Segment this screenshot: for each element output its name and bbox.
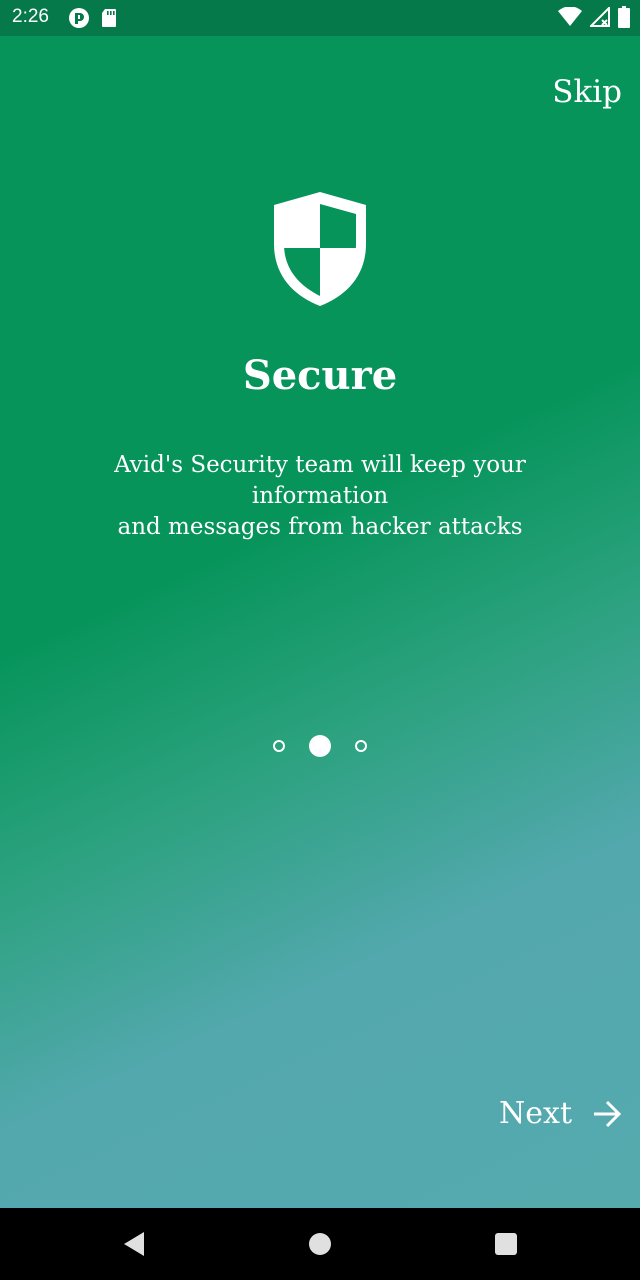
shield-icon [274,192,366,306]
onboarding-screen: 2:26 Skip Secure Avid's Security team wi… [0,0,640,1280]
status-left-icons [68,7,118,29]
app-notification-icon [69,8,89,28]
page-indicator [0,734,640,758]
status-bar: 2:26 [0,0,640,36]
page-description: Avid's Security team will keep your info… [50,450,590,543]
back-icon[interactable] [120,1230,148,1258]
next-label: Next [499,1096,572,1131]
next-button[interactable]: Next [499,1096,622,1131]
wifi-icon [558,7,582,26]
page-dot-1[interactable] [273,740,285,752]
battery-icon [618,6,630,28]
skip-button[interactable]: Skip [552,74,622,110]
status-time: 2:26 [12,6,49,27]
description-line-1: Avid's Security team will keep your info… [114,452,526,509]
onboarding-content: Skip Secure Avid's Security team will ke… [0,36,640,1208]
page-dot-2-active[interactable] [309,735,331,757]
page-dot-3[interactable] [355,740,367,752]
description-line-2: and messages from hacker attacks [117,514,523,540]
status-right-icons [558,6,630,28]
recents-icon[interactable] [492,1230,520,1258]
signal-icon [590,7,610,27]
sd-card-icon [102,9,116,27]
page-title: Secure [242,352,398,399]
arrow-right-icon [594,1100,622,1127]
home-icon[interactable] [306,1230,334,1258]
navigation-bar [0,1208,640,1280]
